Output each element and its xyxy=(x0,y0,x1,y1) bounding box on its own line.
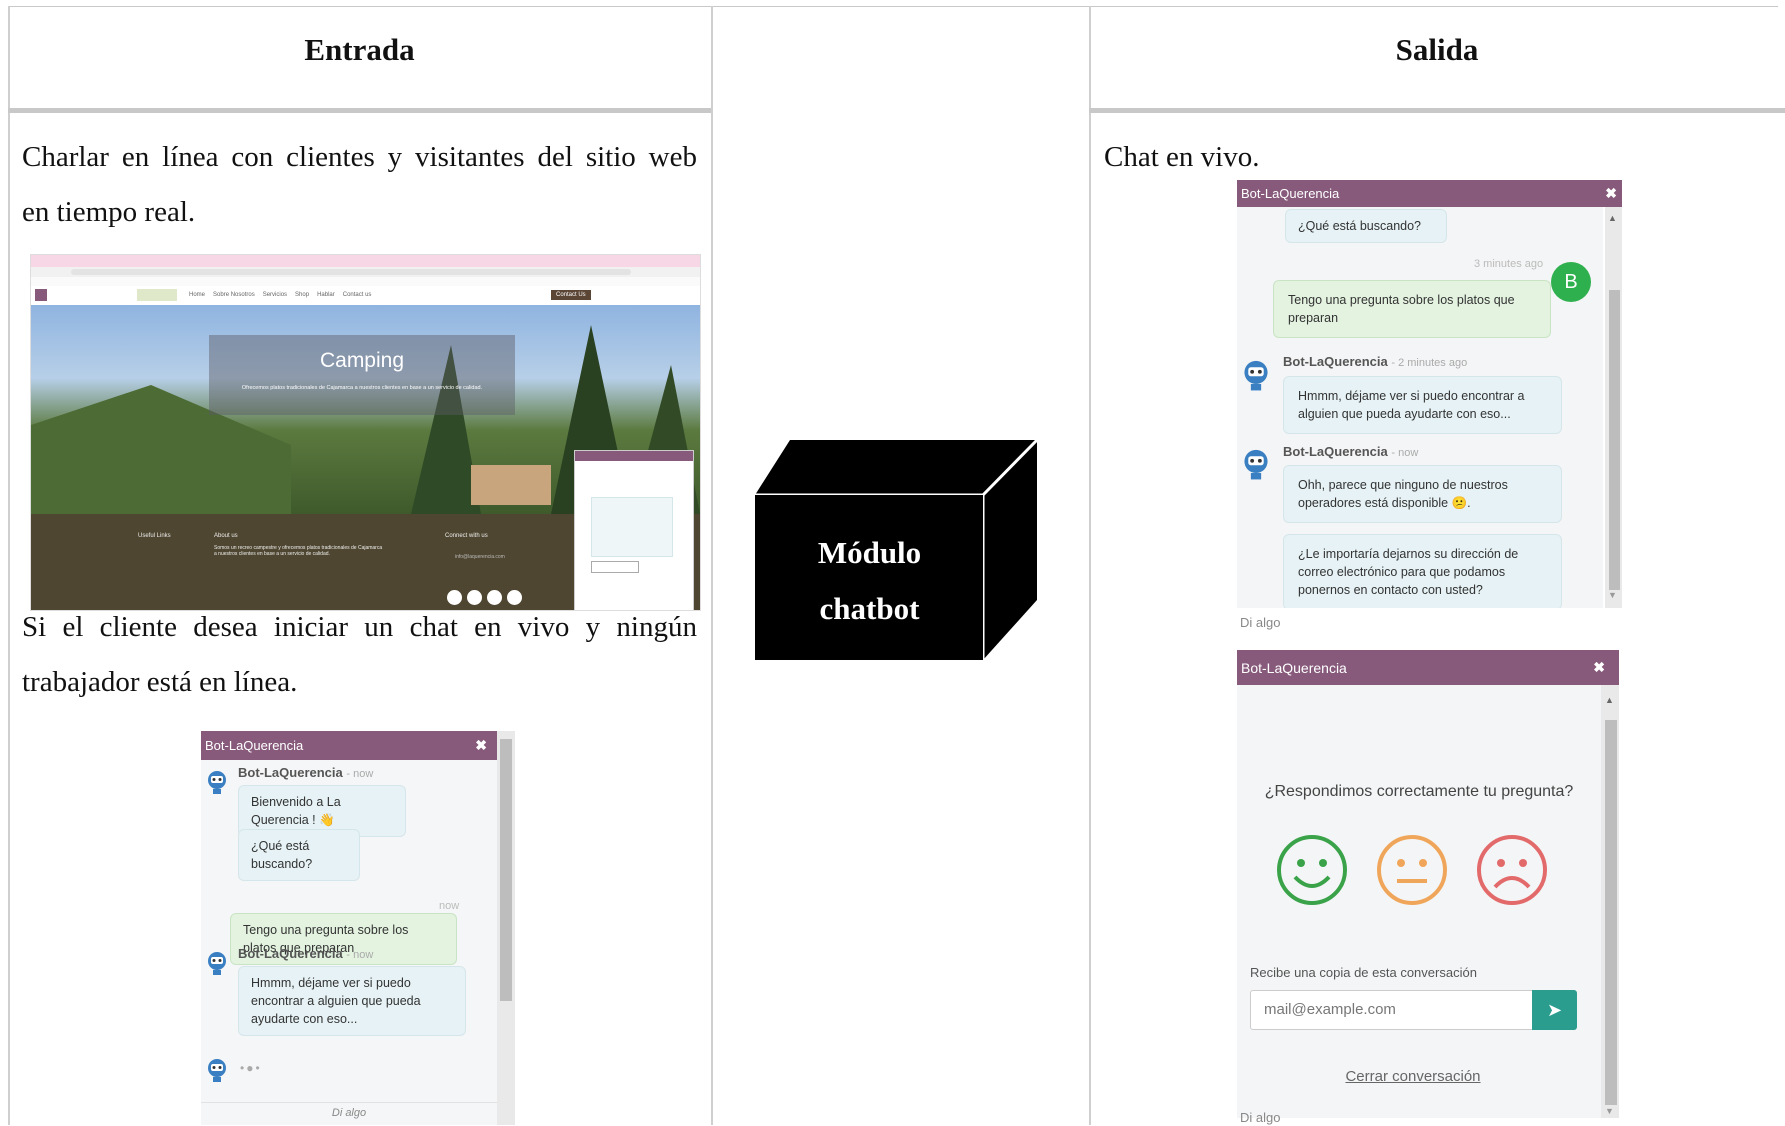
mini-chat-header xyxy=(575,451,693,461)
footer-about: About us xyxy=(214,533,238,539)
message-composer[interactable]: Di algo xyxy=(201,1102,497,1119)
chat-body: ¿Qué está buscando? 3 minutes ago B Teng… xyxy=(1237,207,1603,608)
mini-chat-window[interactable] xyxy=(574,450,694,610)
close-icon[interactable]: ✖ xyxy=(475,737,487,754)
happy-face-icon[interactable] xyxy=(1275,833,1349,907)
bot-avatar-icon xyxy=(204,949,230,977)
paragraph-line: en tiempo real. xyxy=(22,196,196,228)
message-timestamp: 3 minutes ago xyxy=(1474,258,1544,270)
message-author: Bot-LaQuerencia - now xyxy=(238,765,374,780)
chat-body: ¿Respondimos correctamente tu pregunta? … xyxy=(1237,685,1601,1118)
message-author: Bot-LaQuerencia - now xyxy=(1283,444,1419,459)
right-chat-window-2[interactable]: Bot-LaQuerencia ✖ ¿Respondimos correctam… xyxy=(1237,650,1619,1118)
close-conversation-link[interactable]: Cerrar conversación xyxy=(1237,1068,1589,1085)
user-avatar: B xyxy=(1551,262,1591,302)
chat-title: Bot-LaQuerencia xyxy=(205,738,304,753)
bot-message: Hmmm, déjame ver si puedo encontrar a al… xyxy=(238,966,466,1036)
user-message: Tengo una pregunta sobre los platos que … xyxy=(1273,280,1551,338)
hero-subtitle: Ofrecemos platos tradicionales de Cajama… xyxy=(241,385,483,391)
cube-label-line: chatbot xyxy=(819,591,920,626)
column-border xyxy=(8,6,10,1125)
header-divider xyxy=(1089,108,1785,113)
left-paragraph-2: Si el cliente desea iniciar un chat en v… xyxy=(22,600,697,710)
scroll-down-icon[interactable]: ▼ xyxy=(1608,590,1617,600)
right-chat-window-1[interactable]: Bot-LaQuerencia ✖ ¿Qué está buscando? 3 … xyxy=(1237,180,1622,608)
rating-question: ¿Respondimos correctamente tu pregunta? xyxy=(1264,783,1574,800)
right-paragraph: Chat en vivo. xyxy=(1104,141,1260,173)
url-field[interactable] xyxy=(71,269,631,275)
hero-caption-box xyxy=(209,335,515,415)
message-composer[interactable]: Di algo xyxy=(1240,615,1280,630)
nav-item[interactable]: Sobre Nosotros xyxy=(213,292,255,298)
bot-message: ¿Le importaría dejarnos su dirección de … xyxy=(1283,534,1562,608)
bot-message: Hmmm, déjame ver si puedo encontrar a al… xyxy=(1283,376,1562,434)
hero-title: Camping xyxy=(319,349,405,372)
site-navbar: Home Sobre Nosotros Servicios Shop Habla… xyxy=(31,286,700,305)
message-composer[interactable]: Di algo xyxy=(1240,1110,1280,1125)
bot-avatar-icon xyxy=(204,768,230,796)
site-nav: Home Sobre Nosotros Servicios Shop Habla… xyxy=(189,292,371,298)
scrollbar-thumb[interactable] xyxy=(1609,290,1620,590)
bot-avatar-icon xyxy=(1239,357,1273,393)
mini-chat-bubble xyxy=(591,497,673,557)
scrollbar-thumb[interactable] xyxy=(1605,720,1617,1105)
header-entrada: Entrada xyxy=(304,32,415,67)
paragraph-line: Charlar en línea con clientes y visitant… xyxy=(22,141,697,173)
bot-message: ¿Qué está buscando? xyxy=(1285,209,1447,243)
neutral-face-icon[interactable] xyxy=(1375,833,1449,907)
scrollbar-thumb[interactable] xyxy=(500,739,512,1001)
browser-address-bar xyxy=(31,267,700,277)
browser-tab-bar xyxy=(31,255,700,267)
sad-face-icon[interactable] xyxy=(1475,833,1549,907)
footer-connect: Connect with us xyxy=(445,533,488,539)
scroll-up-icon[interactable]: ▲ xyxy=(1608,213,1617,223)
nav-item[interactable]: Hablar xyxy=(317,292,335,298)
chat-header: Bot-LaQuerencia ✖ xyxy=(1237,180,1622,207)
copy-label: Recibe una copia de esta conversación xyxy=(1250,965,1477,980)
cube-label: Módulo chatbot xyxy=(755,525,984,637)
bot-message: ¿Qué está buscando? xyxy=(238,829,360,881)
scroll-down-icon[interactable]: ▼ xyxy=(1605,1106,1614,1116)
footer-email: info@laquerencia.com xyxy=(455,554,505,560)
site-logo xyxy=(137,289,177,301)
typing-indicator: •●• xyxy=(240,1061,262,1075)
message-author: Bot-LaQuerencia - 2 minutes ago xyxy=(1283,354,1468,369)
chat-header: Bot-LaQuerencia ✖ xyxy=(1237,650,1619,685)
left-paragraph-1: Charlar en línea con clientes y visitant… xyxy=(22,130,697,240)
paper-plane-icon: ➤ xyxy=(1546,1000,1563,1020)
bot-message: Ohh, parece que ninguno de nuestros oper… xyxy=(1283,465,1562,523)
footer-useful-links: Useful Links xyxy=(138,533,171,539)
column-border xyxy=(711,6,713,1125)
message-author: Bot-LaQuerencia - now xyxy=(238,946,374,961)
left-chat-window[interactable]: Bot-LaQuerencia ✖ Bot-LaQuerencia - now … xyxy=(201,731,515,1125)
mini-chat-option[interactable] xyxy=(591,561,639,573)
paragraph-line: trabajador está en línea. xyxy=(22,666,298,698)
bot-avatar-icon xyxy=(1239,446,1273,482)
message-timestamp: now xyxy=(439,900,460,912)
chat-header: Bot-LaQuerencia ✖ xyxy=(201,731,497,760)
bot-avatar-icon xyxy=(204,1056,230,1084)
scroll-up-icon[interactable]: ▲ xyxy=(1605,695,1614,705)
email-input[interactable]: mail@example.com xyxy=(1250,990,1533,1030)
cube-label-line: Módulo xyxy=(817,535,922,570)
nav-item[interactable]: Home xyxy=(189,292,205,298)
send-button[interactable]: ➤ xyxy=(1532,990,1577,1030)
close-icon[interactable]: ✖ xyxy=(1605,185,1617,202)
nav-item[interactable]: Contact us xyxy=(343,292,372,298)
chat-title: Bot-LaQuerencia xyxy=(1241,186,1340,201)
odoo-logo xyxy=(35,289,47,301)
nav-item[interactable]: Shop xyxy=(295,292,309,298)
chat-title: Bot-LaQuerencia xyxy=(1241,659,1347,676)
header-divider xyxy=(8,108,711,113)
header-salida: Salida xyxy=(1395,32,1479,67)
column-border xyxy=(1089,6,1091,1125)
website-screenshot: Home Sobre Nosotros Servicios Shop Habla… xyxy=(30,254,701,611)
nav-item[interactable]: Servicios xyxy=(263,292,287,298)
paragraph-line: Si el cliente desea iniciar un chat en v… xyxy=(22,611,697,643)
contact-us-button[interactable]: Contact Us xyxy=(551,290,591,300)
close-icon[interactable]: ✖ xyxy=(1593,659,1605,676)
chat-body: Bot-LaQuerencia - now Bienvenido a La Qu… xyxy=(201,760,497,1125)
footer-about-text: Somos un recreo campestre y ofrecemos pl… xyxy=(214,545,383,557)
